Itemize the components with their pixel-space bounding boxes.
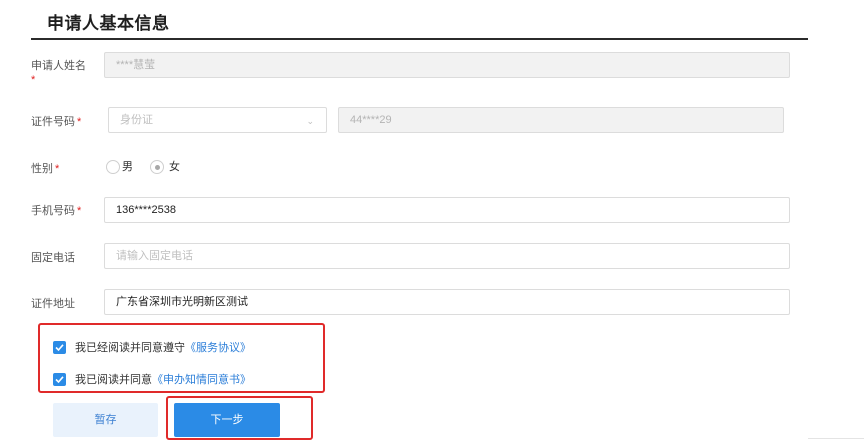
landline-field[interactable]: 请输入固定电话 xyxy=(104,243,790,269)
service-agreement-text: 我已经阅读并同意遵守 xyxy=(75,342,185,354)
id-number-field: 44****29 xyxy=(338,107,784,133)
required-mark: * xyxy=(55,163,60,175)
service-agreement-link[interactable]: 《服务协议》 xyxy=(185,342,251,354)
gender-label: 性别 * xyxy=(31,163,60,175)
save-draft-button[interactable]: 暂存 xyxy=(53,403,158,437)
phone-label: 手机号码 * xyxy=(31,205,82,217)
consent-text: 我已阅读并同意 xyxy=(75,374,152,386)
id-type-value: 身份证 xyxy=(120,114,153,126)
gender-female-label[interactable]: 女 xyxy=(169,160,180,174)
consent-checkbox[interactable] xyxy=(53,373,66,386)
consent-link[interactable]: 《申办知情同意书》 xyxy=(152,374,251,386)
gender-male-label[interactable]: 男 xyxy=(122,160,133,174)
check-icon xyxy=(55,376,64,384)
id-type-select[interactable]: 身份证 ⌄ xyxy=(108,107,327,133)
name-field: ****慧莹 xyxy=(104,52,790,78)
section-title: 申请人基本信息 xyxy=(47,14,170,33)
chevron-down-icon: ⌄ xyxy=(306,116,314,126)
name-label: 申请人姓名 * xyxy=(31,60,86,86)
address-field[interactable]: 广东省深圳市光明新区测试 xyxy=(104,289,790,315)
divider xyxy=(808,438,864,439)
next-step-button[interactable]: 下一步 xyxy=(174,403,280,437)
required-mark: * xyxy=(77,205,82,217)
check-icon xyxy=(55,344,64,352)
landline-label: 固定电话 xyxy=(31,252,75,264)
gender-male-radio[interactable] xyxy=(106,160,120,174)
id-number-label: 证件号码 * xyxy=(31,116,82,128)
address-label: 证件地址 xyxy=(31,298,75,310)
required-mark: * xyxy=(77,116,82,128)
required-mark: * xyxy=(31,74,36,86)
gender-female-radio[interactable] xyxy=(150,160,164,174)
phone-field[interactable]: 136****2538 xyxy=(104,197,790,223)
section-divider xyxy=(31,38,808,40)
service-agreement-checkbox[interactable] xyxy=(53,341,66,354)
